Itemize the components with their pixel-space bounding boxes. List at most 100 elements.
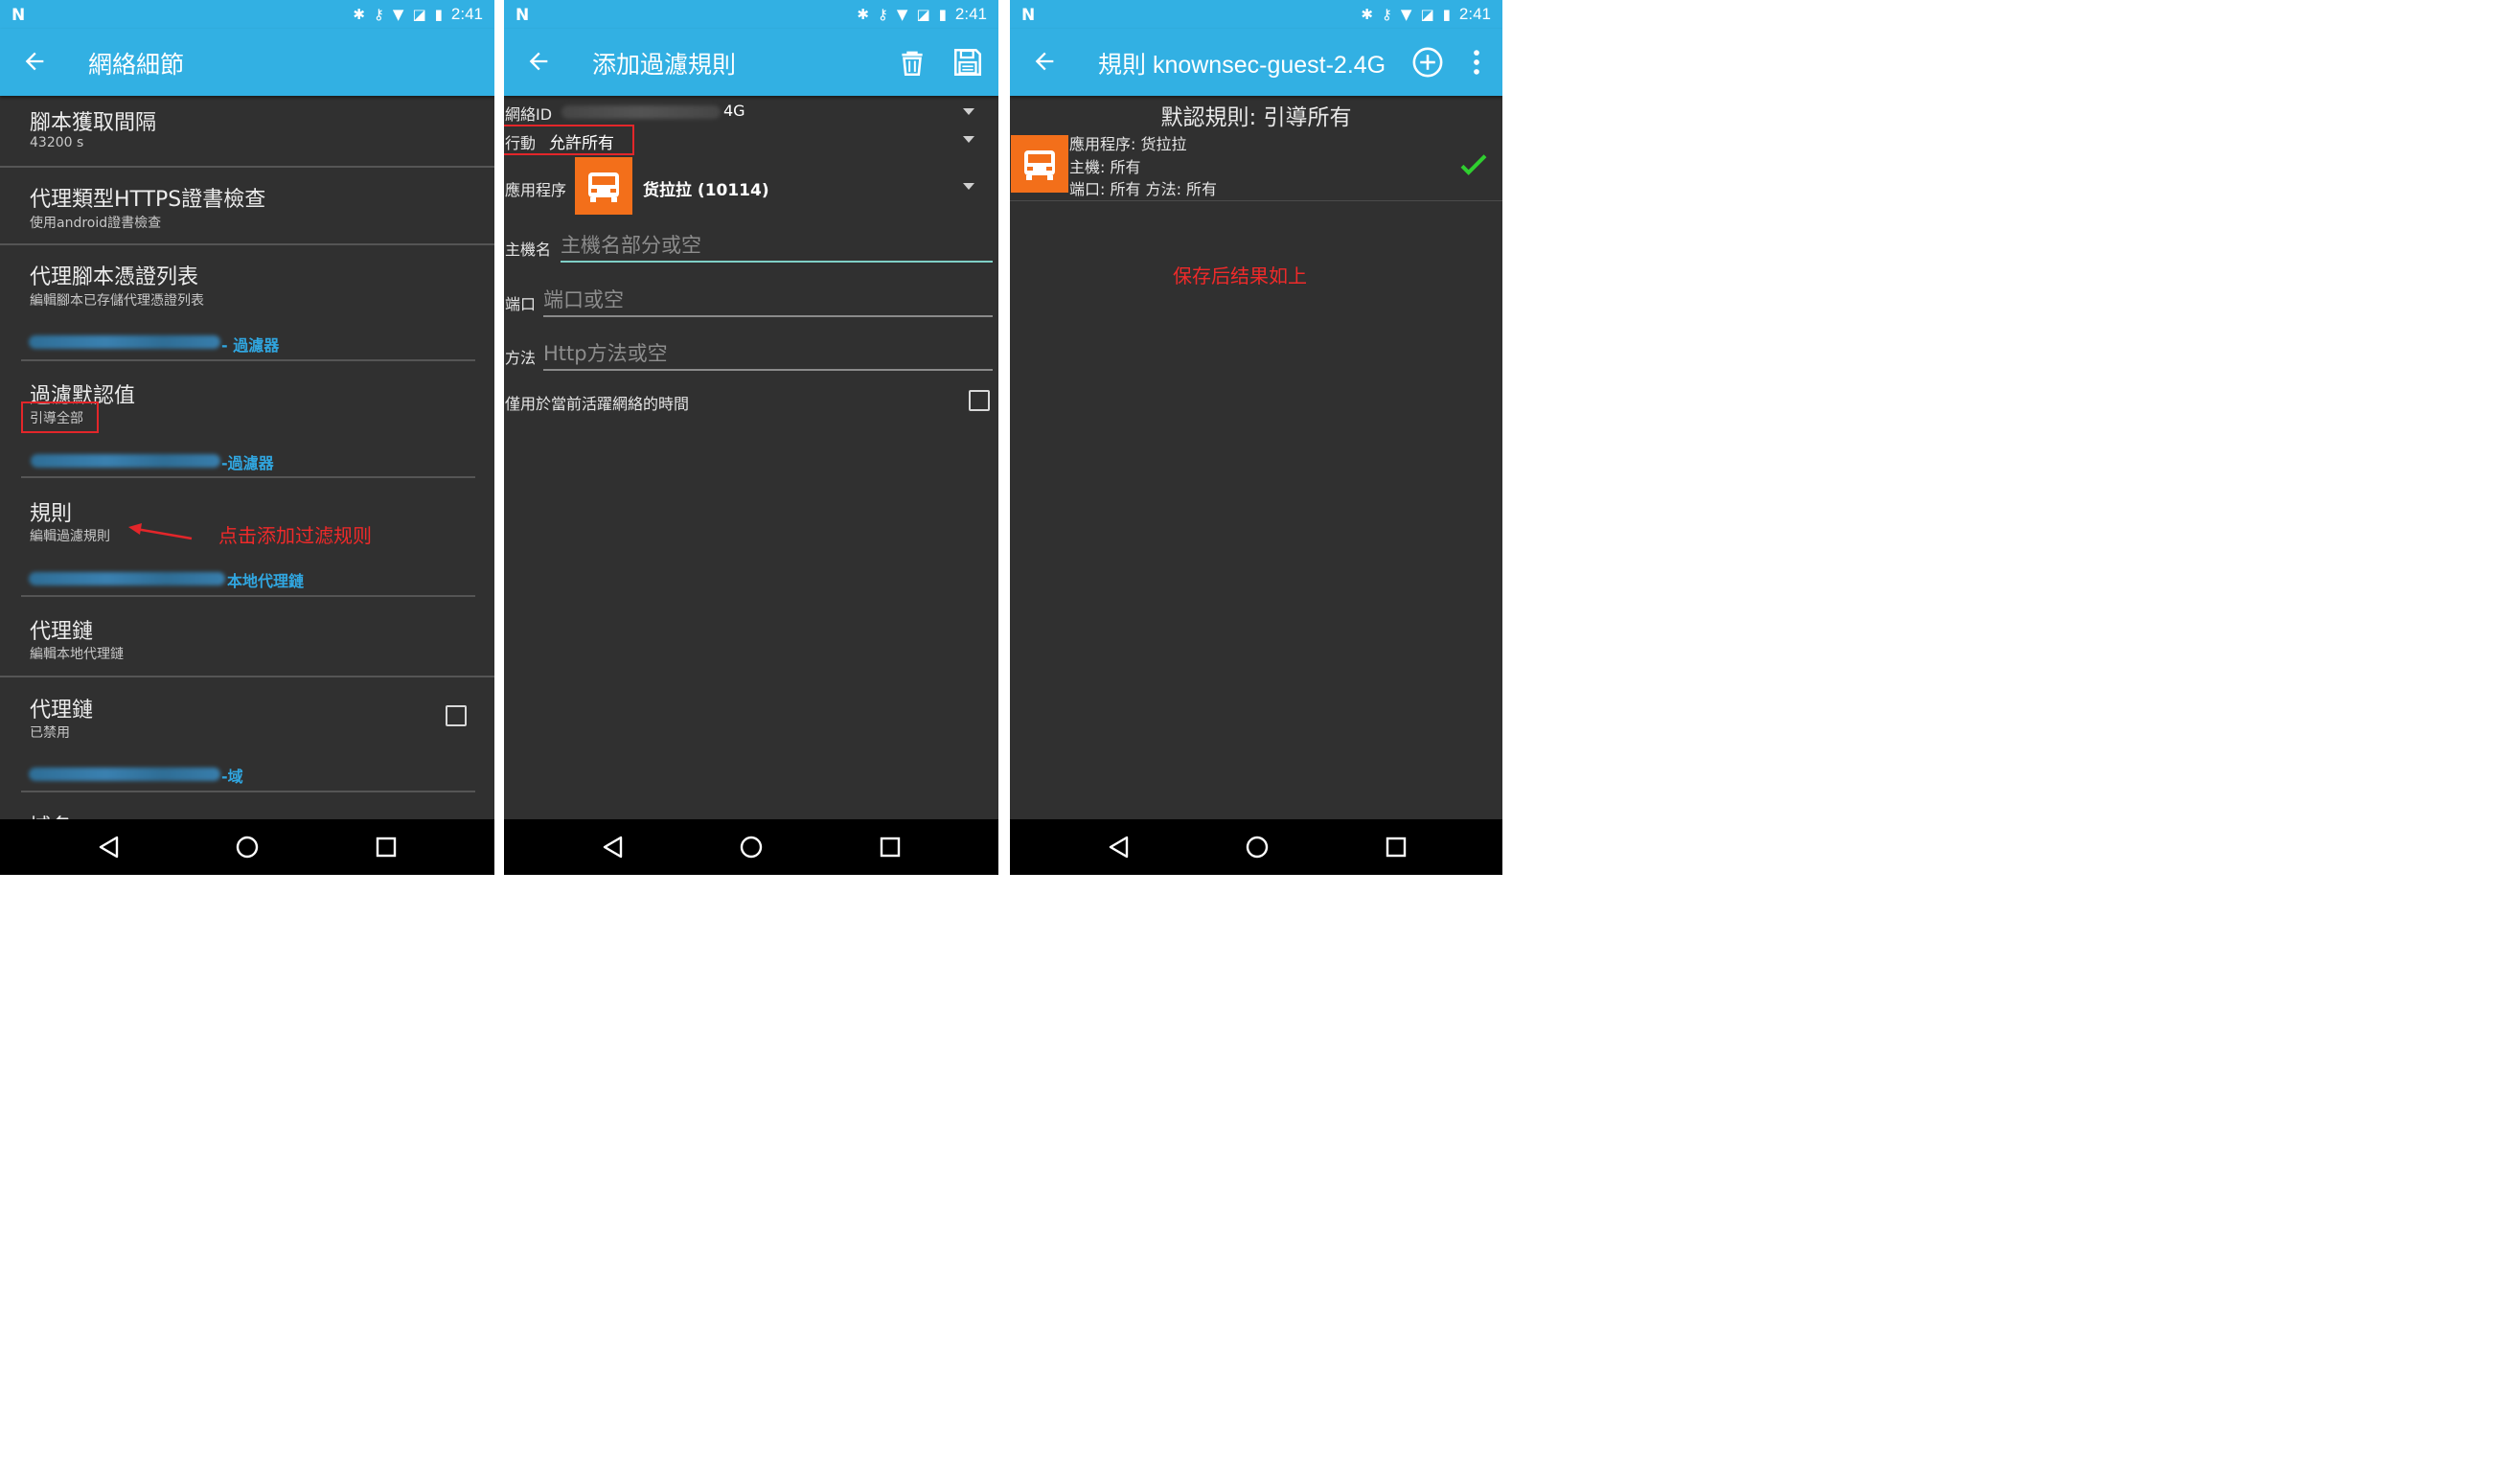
rule-list-item[interactable]: 應用程序: 货拉拉 主機: 所有 端口: 所有 方法: 所有	[1010, 134, 1502, 201]
status-time: 2:41	[1458, 5, 1491, 23]
pref-title: 代理鏈	[30, 699, 94, 723]
pref-https-check[interactable]: 代理類型HTTPS證書檢查 使用android證書檢查	[0, 169, 494, 243]
rule-app-line: 應用程序: 货拉拉	[1069, 135, 1187, 153]
nav-back-icon[interactable]	[601, 835, 626, 860]
port-input[interactable]	[543, 286, 992, 314]
no-sim-icon: ◪	[412, 6, 426, 23]
n-logo-icon: N	[515, 6, 530, 25]
pref-script-credentials[interactable]: 代理腳本憑證列表 編輯腳本已存儲代理憑證列表	[0, 246, 494, 313]
status-time: 2:41	[450, 5, 483, 23]
redacted-network-name	[29, 335, 220, 349]
status-time: 2:41	[954, 5, 987, 23]
annotation-text: 点击添加过滤规则	[218, 524, 372, 547]
proxy-chain-checkbox[interactable]	[446, 705, 467, 726]
highlight-box	[21, 401, 99, 433]
system-nav-bar	[1010, 819, 1502, 875]
nav-home-icon[interactable]	[235, 835, 260, 860]
phone-screen-add-filter-rule: N ✱ ⚷ ▼ ◪ ▮ 2:41 添加過濾規則 網絡ID 4G 行動 允許所有 …	[504, 0, 998, 875]
huolala-app-icon	[575, 157, 632, 215]
app-select-value[interactable]: 货拉拉 (10114)	[643, 176, 769, 200]
pref-title: 代理鏈	[30, 620, 94, 644]
back-arrow-icon[interactable]	[1031, 48, 1058, 75]
rule-host-line: 主機: 所有	[1069, 158, 1141, 176]
divider	[21, 595, 475, 597]
huolala-app-icon	[1011, 135, 1068, 193]
bluetooth-icon: ✱	[1361, 6, 1373, 23]
category-local-proxy-chain: 本地代理鏈	[227, 572, 305, 590]
nav-recents-icon[interactable]	[878, 835, 903, 860]
divider	[0, 243, 494, 245]
nav-home-icon[interactable]	[1245, 835, 1270, 860]
divider	[0, 166, 494, 168]
pref-proxy-chain-toggle[interactable]: 代理鏈 已禁用	[0, 678, 494, 755]
overflow-menu-icon[interactable]	[1460, 46, 1493, 79]
divider	[21, 791, 475, 792]
app-bar: 規則 knownsec-guest-2.4G	[1010, 29, 1502, 96]
hostname-label: 主機名	[505, 241, 552, 259]
pref-summary: 已禁用	[30, 725, 70, 741]
pref-proxy-chain[interactable]: 代理鏈 編輯本地代理鏈	[0, 600, 494, 677]
hostname-input[interactable]	[561, 231, 992, 260]
vpn-key-icon: ⚷	[877, 6, 888, 23]
action-dropdown-arrow[interactable]	[963, 136, 974, 143]
n-logo-icon: N	[11, 6, 26, 25]
battery-icon: ▮	[434, 6, 443, 23]
phone-screen-rules-list: N ✱ ⚷ ▼ ◪ ▮ 2:41 規則 knownsec-guest-2.4G …	[1010, 0, 1502, 875]
method-label: 方法	[505, 349, 537, 367]
nav-recents-icon[interactable]	[374, 835, 399, 860]
check-icon	[1460, 154, 1487, 175]
annotation-arrow-icon	[128, 523, 193, 540]
pref-title: 代理類型HTTPS證書檢查	[30, 188, 266, 212]
pref-summary: 編輯本地代理鏈	[30, 647, 124, 662]
status-bar: N ✱ ⚷ ▼ ◪ ▮ 2:41	[1010, 0, 1502, 29]
divider	[0, 676, 494, 677]
category-domain: -域	[221, 768, 243, 786]
port-underline	[543, 315, 993, 317]
page-title: 添加過濾規則	[592, 51, 737, 79]
nav-back-icon[interactable]	[97, 835, 122, 860]
system-nav-bar	[0, 819, 494, 875]
save-icon[interactable]	[951, 46, 984, 79]
network-id-label: 網絡ID	[505, 105, 553, 124]
app-bar: 網絡細節	[0, 29, 494, 96]
pref-script-interval[interactable]: 腳本獲取間隔 43200 s	[0, 96, 494, 167]
nav-recents-icon[interactable]	[1384, 835, 1409, 860]
active-network-only-checkbox[interactable]	[969, 390, 990, 411]
status-bar: N ✱ ⚷ ▼ ◪ ▮ 2:41	[504, 0, 998, 29]
page-title: 網絡細節	[88, 51, 185, 79]
pref-summary: 編輯腳本已存儲代理憑證列表	[30, 293, 204, 309]
pref-summary: 43200 s	[30, 135, 84, 150]
app-dropdown-arrow[interactable]	[963, 183, 974, 190]
nav-home-icon[interactable]	[739, 835, 764, 860]
active-network-only-label: 僅用於當前活躍網絡的時間	[505, 395, 690, 413]
wifi-icon: ▼	[1400, 6, 1412, 23]
method-input[interactable]	[543, 339, 992, 368]
method-underline	[543, 369, 993, 371]
vpn-key-icon: ⚷	[1381, 6, 1392, 23]
network-dropdown-arrow[interactable]	[963, 108, 974, 115]
bluetooth-icon: ✱	[857, 6, 869, 23]
default-rule-heading: 默認規則: 引導所有	[1160, 105, 1352, 130]
back-arrow-icon[interactable]	[21, 48, 48, 75]
delete-icon[interactable]	[896, 46, 928, 79]
app-label: 應用程序	[505, 181, 567, 199]
redacted-network-name	[561, 105, 721, 119]
nav-back-icon[interactable]	[1107, 835, 1132, 860]
hostname-underline	[561, 261, 993, 263]
annotation-text: 保存后结果如上	[1173, 264, 1307, 287]
app-bar: 添加過濾規則	[504, 29, 998, 96]
battery-icon: ▮	[938, 6, 947, 23]
wifi-icon: ▼	[896, 6, 908, 23]
status-bar: N ✱ ⚷ ▼ ◪ ▮ 2:41	[0, 0, 494, 29]
add-rule-icon[interactable]	[1411, 46, 1444, 79]
redacted-network-name	[31, 454, 220, 468]
pref-title: 代理腳本憑證列表	[30, 265, 199, 289]
phone-screen-network-details: N ✱ ⚷ ▼ ◪ ▮ 2:41 網絡細節 腳本獲取間隔 43200 s 代理類…	[0, 0, 494, 875]
redacted-network-name	[29, 572, 225, 585]
bluetooth-icon: ✱	[353, 6, 365, 23]
pref-title: 腳本獲取間隔	[30, 111, 157, 135]
divider	[1010, 200, 1502, 201]
no-sim-icon: ◪	[1420, 6, 1434, 23]
back-arrow-icon[interactable]	[525, 48, 552, 75]
vpn-key-icon: ⚷	[373, 6, 384, 23]
